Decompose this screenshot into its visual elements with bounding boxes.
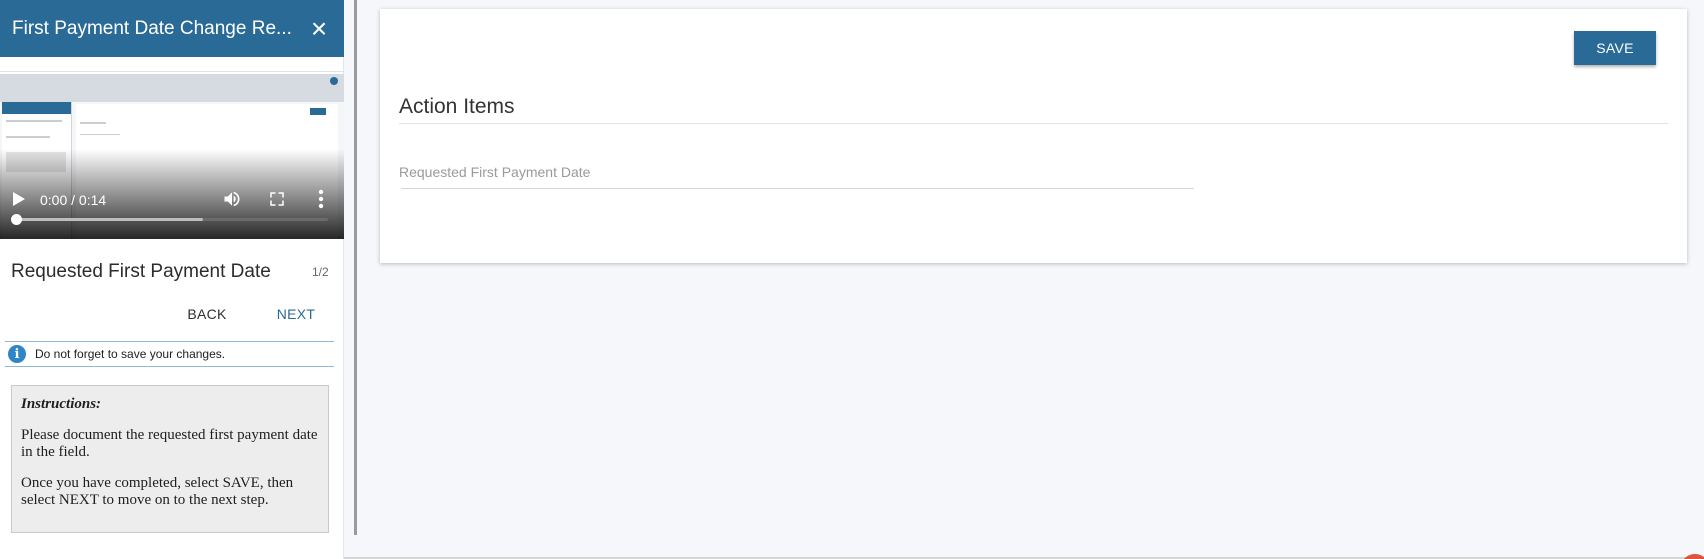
header-divider — [0, 71, 344, 72]
video-progress-slider[interactable] — [11, 214, 328, 225]
video-controls: 0:00 / 0:14 — [0, 184, 344, 214]
action-items-card: SAVE Action Items Requested First Paymen… — [380, 9, 1687, 263]
first-payment-date-input[interactable] — [401, 154, 1194, 189]
video-buffered-bar — [16, 218, 204, 221]
notice-text: Do not forget to save your changes. — [35, 347, 226, 361]
section-title: Action Items — [399, 95, 515, 118]
panel-resize-handle[interactable] — [354, 0, 357, 535]
instructions-box: Instructions: Please document the reques… — [11, 385, 329, 533]
save-button[interactable]: SAVE — [1574, 31, 1656, 65]
video-progress-knob[interactable] — [11, 214, 22, 225]
thumbnail-line — [6, 120, 62, 122]
more-vert-icon[interactable] — [314, 188, 328, 210]
tutorial-video[interactable]: 0:00 / 0:14 — [0, 74, 344, 239]
next-button[interactable]: NEXT — [268, 302, 324, 326]
back-button[interactable]: BACK — [178, 302, 236, 326]
thumbnail-save — [310, 108, 326, 115]
panel-title: First Payment Date Change Re... — [12, 17, 292, 39]
save-reminder-notice: i Do not forget to save your changes. — [5, 341, 334, 367]
play-icon[interactable] — [12, 191, 26, 207]
thumbnail-line — [80, 134, 120, 135]
tutorial-panel: First Payment Date Change Re... × 0:00 /… — [0, 0, 344, 559]
thumbnail-topbar — [0, 74, 344, 102]
thumbnail-line — [6, 136, 50, 138]
step-counter: 1/2 — [312, 265, 329, 279]
volume-icon[interactable] — [222, 189, 242, 209]
close-button[interactable]: × — [306, 12, 332, 44]
instructions-heading: Instructions: — [21, 396, 102, 412]
step-title: Requested First Payment Date — [11, 261, 271, 282]
thumbnail-line — [80, 122, 106, 124]
close-icon: × — [310, 12, 328, 44]
instructions-paragraph: Once you have completed, select SAVE, th… — [21, 475, 294, 508]
video-time: 0:00 / 0:14 — [40, 192, 107, 208]
instructions-paragraph: Please document the requested first paym… — [21, 427, 318, 460]
fullscreen-icon[interactable] — [268, 190, 286, 208]
section-divider — [399, 123, 1668, 124]
thumbnail-sidebar-header — [2, 102, 71, 114]
thumbnail-dot — [330, 77, 338, 85]
info-icon: i — [8, 345, 26, 363]
panel-header: First Payment Date Change Re... × — [0, 0, 344, 57]
